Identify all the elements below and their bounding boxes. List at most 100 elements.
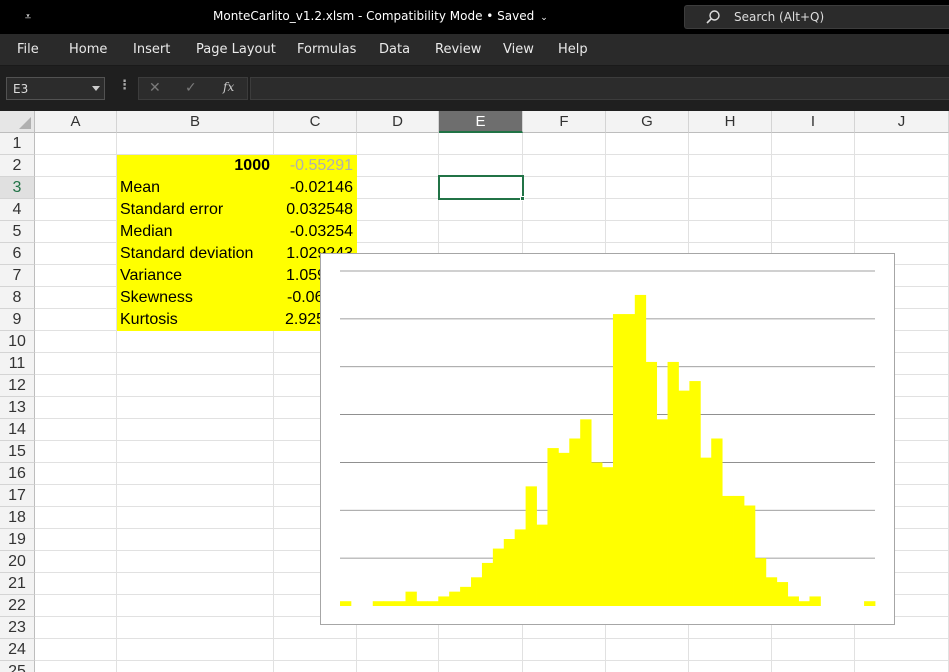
grid-cell[interactable] [117,353,274,375]
grid-cell[interactable] [35,661,117,672]
histogram-bar[interactable] [514,529,527,606]
cell-b6[interactable]: Standard deviation [117,243,274,265]
grid-cell[interactable] [117,485,274,507]
grid-cell[interactable] [855,639,949,661]
histogram-bar[interactable] [645,361,658,606]
column-header-e[interactable]: E [439,111,523,133]
row-header-8[interactable]: 8 [0,287,35,309]
histogram-bar[interactable] [634,294,647,606]
column-header-d[interactable]: D [357,111,439,133]
name-box[interactable]: E3 [6,77,105,100]
histogram-bar[interactable] [449,591,461,606]
histogram-bar[interactable] [536,524,548,606]
column-header-i[interactable]: I [772,111,855,133]
grid-cell[interactable] [606,639,689,661]
grid-cell[interactable] [117,331,274,353]
grid-cell[interactable] [439,661,523,672]
grid-cell[interactable] [35,375,117,397]
histogram-bar[interactable] [612,314,625,606]
histogram-bar[interactable] [591,462,603,606]
grid-cell[interactable] [35,199,117,221]
grid-cell[interactable] [117,639,274,661]
histogram-bar[interactable] [471,577,483,606]
grid-cell[interactable] [357,155,439,177]
grid-cell[interactable] [117,595,274,617]
grid-cell[interactable] [35,419,117,441]
tab-help[interactable]: Help [558,42,588,57]
grid-cell[interactable] [772,661,855,672]
grid-cell[interactable] [35,573,117,595]
histogram-bar[interactable] [733,495,745,606]
grid-cell[interactable] [855,133,949,155]
grid-cell[interactable] [523,639,606,661]
grid-cell[interactable] [117,375,274,397]
histogram-bar[interactable] [623,314,636,606]
grid-cell[interactable] [855,177,949,199]
grid-cell[interactable] [35,243,117,265]
grid-cell[interactable] [35,133,117,155]
grid-cell[interactable] [357,133,439,155]
histogram-bar[interactable] [689,381,701,606]
grid-cell[interactable] [439,133,523,155]
row-header-25[interactable]: 25 [0,661,35,672]
grid-cell[interactable] [523,221,606,243]
histogram-bar[interactable] [700,457,712,606]
row-header-4[interactable]: 4 [0,199,35,221]
histogram-bar[interactable] [656,419,668,606]
grid-cell[interactable] [606,221,689,243]
grid-cell[interactable] [274,661,357,672]
grid-cell[interactable] [439,155,523,177]
histogram-bar[interactable] [558,452,570,606]
histogram-bar[interactable] [340,601,352,606]
cell-b9[interactable]: Kurtosis [117,309,274,331]
grid-cell[interactable] [117,397,274,419]
row-header-18[interactable]: 18 [0,507,35,529]
grid-cell[interactable] [35,551,117,573]
cell-c3[interactable]: -0.02146 [274,177,357,199]
tab-formulas[interactable]: Formulas [297,42,356,57]
grid-cell[interactable] [357,221,439,243]
row-header-1[interactable]: 1 [0,133,35,155]
grid-cell[interactable] [117,617,274,639]
tab-home[interactable]: Home [69,42,107,57]
grid-cell[interactable] [772,155,855,177]
grid-cell[interactable] [117,661,274,672]
row-header-3[interactable]: 3 [0,177,35,199]
grid-cell[interactable] [439,221,523,243]
grid-cell[interactable] [689,221,772,243]
grid-cell[interactable] [523,199,606,221]
grid-cell[interactable] [35,353,117,375]
histogram-bar[interactable] [525,486,537,606]
search-box[interactable]: Search (Alt+Q) [684,5,949,29]
grid-cell[interactable] [35,441,117,463]
histogram-bar[interactable] [754,558,767,606]
grid-cell[interactable] [35,287,117,309]
histogram-bar[interactable] [383,601,395,606]
grid-cell[interactable] [35,331,117,353]
grid-cell[interactable] [357,661,439,672]
enter-icon[interactable]: ✓ [185,80,197,96]
name-box-dropdown-icon[interactable] [92,86,100,91]
row-header-12[interactable]: 12 [0,375,35,397]
grid-cell[interactable] [439,639,523,661]
histogram-bar[interactable] [722,495,734,606]
grid-cell[interactable] [35,617,117,639]
grid-cell[interactable] [35,309,117,331]
row-header-15[interactable]: 15 [0,441,35,463]
histogram-bar[interactable] [438,596,450,606]
row-header-14[interactable]: 14 [0,419,35,441]
histogram-bar[interactable] [667,361,679,606]
histogram-bar[interactable] [569,438,581,607]
grid-cell[interactable] [772,177,855,199]
grid-cell[interactable] [35,485,117,507]
row-header-16[interactable]: 16 [0,463,35,485]
grid-cell[interactable] [606,155,689,177]
histogram-bar[interactable] [481,562,494,606]
histogram-bar[interactable] [492,548,505,606]
tab-review[interactable]: Review [435,42,481,57]
row-header-13[interactable]: 13 [0,397,35,419]
grid-cell[interactable] [357,199,439,221]
grid-cell[interactable] [523,661,606,672]
column-header-g[interactable]: G [606,111,689,133]
cell-b2[interactable]: 1000 [117,155,274,177]
